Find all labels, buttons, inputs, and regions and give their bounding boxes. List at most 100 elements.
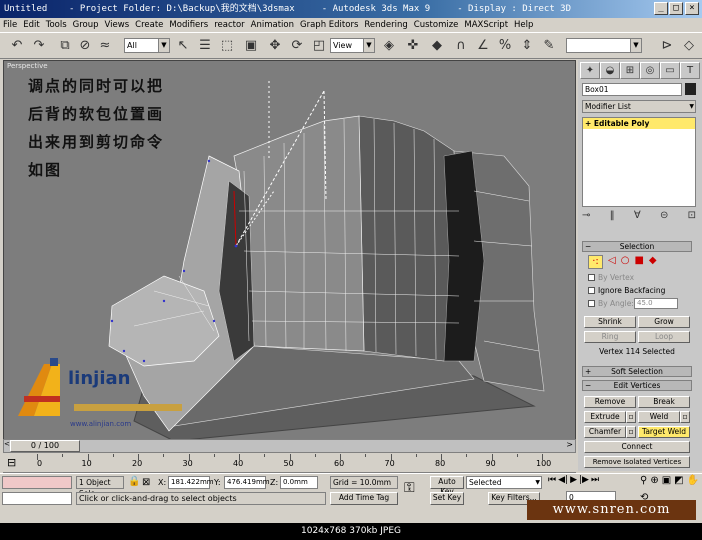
keyboard-shortcut-icon[interactable]: ◆ — [428, 37, 446, 55]
absolute-mode-icon[interactable]: ⊠ — [142, 477, 150, 488]
loop-button[interactable]: Loop — [638, 331, 690, 343]
key-icon[interactable]: ⚿ — [404, 480, 415, 496]
remove-button[interactable]: Remove — [584, 396, 636, 408]
shrink-button[interactable]: Shrink — [584, 316, 636, 328]
menu-animation[interactable]: Animation — [248, 18, 297, 32]
show-end-result-icon[interactable]: ‖ — [610, 210, 615, 224]
object-color-swatch[interactable] — [685, 83, 696, 95]
maximize-button[interactable]: □ — [669, 2, 683, 15]
expand-icon[interactable]: + — [585, 119, 591, 128]
align-icon[interactable]: ◇ — [680, 37, 698, 55]
bind-spacewarp-icon[interactable]: ≈ — [96, 37, 114, 55]
utilities-tab-icon[interactable]: T — [680, 62, 700, 79]
border-icon[interactable]: ○ — [621, 255, 630, 269]
angle-snap-icon[interactable]: ∠ — [474, 37, 492, 55]
named-selection-icon[interactable]: ✎ — [540, 37, 558, 55]
vertex-icon[interactable]: ·: — [588, 255, 603, 269]
add-time-tag-button[interactable]: Add Time Tag — [330, 492, 398, 505]
edit-vertices-rollout-header[interactable]: − Edit Vertices — [582, 380, 692, 391]
menu-help[interactable]: Help — [511, 18, 536, 32]
redo-icon[interactable]: ↷ — [30, 37, 48, 55]
mirror-icon[interactable]: ⊳ — [658, 37, 676, 55]
move-icon[interactable]: ✥ — [266, 37, 284, 55]
unlink-icon[interactable]: ⊘ — [76, 37, 94, 55]
soft-selection-rollout-header[interactable]: + Soft Selection — [582, 366, 692, 377]
rect-selection-icon[interactable]: ⬚ — [218, 37, 236, 55]
object-name-field[interactable]: Box01 — [582, 83, 682, 96]
ignore-backfacing-checkbox[interactable]: Ignore Backfacing — [588, 286, 665, 296]
perspective-viewport[interactable]: Perspective 调点的同时可以把 后背的软包位置画 出来用到剪切命令 如… — [3, 60, 576, 452]
edge-icon[interactable]: ◁ — [608, 255, 616, 269]
modify-tab-icon[interactable]: ◒ — [600, 62, 620, 79]
extrude-settings-icon[interactable]: ▫ — [626, 411, 636, 423]
select-link-icon[interactable]: ⧉ — [56, 37, 74, 55]
menu-reactor[interactable]: reactor — [211, 18, 247, 32]
menu-views[interactable]: Views — [102, 18, 133, 32]
by-vertex-checkbox[interactable]: By Vertex — [588, 273, 634, 283]
pan-icon[interactable]: ✋ — [687, 475, 699, 489]
menu-graph-editors[interactable]: Graph Editors — [297, 18, 361, 32]
menu-create[interactable]: Create — [132, 18, 166, 32]
zoom-all-icon[interactable]: ⊕ — [650, 475, 658, 489]
z-coord-field[interactable]: 0.0mm — [280, 476, 318, 489]
ring-button[interactable]: Ring — [584, 331, 636, 343]
menu-customize[interactable]: Customize — [411, 18, 462, 32]
time-slider-thumb[interactable]: 0 / 100 — [10, 440, 80, 452]
hierarchy-tab-icon[interactable]: ⊞ — [620, 62, 640, 79]
y-coord-field[interactable]: 476.419mm — [224, 476, 270, 489]
minimize-button[interactable]: _ — [654, 2, 668, 15]
angle-field[interactable]: 45.0 — [634, 298, 678, 309]
weld-settings-icon[interactable]: ▫ — [680, 411, 690, 423]
go-to-start-icon[interactable]: ⏮ — [548, 475, 556, 489]
display-tab-icon[interactable]: ▭ — [660, 62, 680, 79]
weld-button[interactable]: Weld — [638, 411, 680, 423]
set-key-button[interactable]: Set Key — [430, 492, 464, 505]
trackbar[interactable]: ⊟ 0 10 20 30 40 50 60 70 80 90 100 — [3, 454, 576, 473]
rotate-icon[interactable]: ⟳ — [288, 37, 306, 55]
go-to-end-icon[interactable]: ⏭ — [591, 475, 599, 489]
break-button[interactable]: Break — [638, 396, 690, 408]
menu-maxscript[interactable]: MAXScript — [461, 18, 511, 32]
snap-toggle-icon[interactable]: ∩ — [452, 37, 470, 55]
maxscript-listener[interactable] — [2, 476, 72, 489]
named-selection-sets-dropdown[interactable]: ▼ — [566, 38, 642, 53]
remove-modifier-icon[interactable]: ⊝ — [660, 210, 668, 224]
create-tab-icon[interactable]: ✦ — [580, 62, 600, 79]
previous-frame-icon[interactable]: ◀| — [558, 475, 568, 489]
make-unique-icon[interactable]: ∀ — [634, 210, 641, 224]
motion-tab-icon[interactable]: ◎ — [640, 62, 660, 79]
x-coord-field[interactable]: 181.422mm — [168, 476, 214, 489]
curve-editor-icon[interactable]: ⊟ — [7, 456, 16, 469]
modifier-list-dropdown[interactable]: Modifier List ▼ — [582, 100, 696, 113]
configure-sets-icon[interactable]: ⊡ — [688, 210, 696, 224]
selection-rollout-header[interactable]: − Selection — [582, 241, 692, 252]
prev-frame-icon[interactable]: < — [4, 440, 10, 452]
select-object-icon[interactable]: ↖ — [174, 37, 192, 55]
element-icon[interactable]: ◆ — [649, 255, 657, 269]
fov-icon[interactable]: ◩ — [674, 475, 683, 489]
menu-modifiers[interactable]: Modifiers — [166, 18, 211, 32]
connect-button[interactable]: Connect — [584, 441, 690, 453]
zoom-extents-icon[interactable]: ▣ — [662, 475, 671, 489]
stack-item-editable-poly[interactable]: + Editable Poly — [583, 118, 695, 129]
chamfer-button[interactable]: Chamfer — [584, 426, 626, 438]
scale-icon[interactable]: ◰ — [310, 37, 328, 55]
percent-snap-icon[interactable]: % — [496, 37, 514, 55]
maxscript-input[interactable] — [2, 492, 72, 505]
select-manipulate-icon[interactable]: ✜ — [404, 37, 422, 55]
target-weld-button[interactable]: Target Weld — [638, 426, 690, 438]
ref-coord-dropdown[interactable]: View ▼ — [330, 38, 375, 53]
pivot-center-icon[interactable]: ◈ — [380, 37, 398, 55]
lock-selection-icon[interactable]: 🔒 — [128, 476, 140, 487]
pin-stack-icon[interactable]: ⊸ — [582, 210, 590, 224]
selection-filter-dropdown[interactable]: All ▼ — [124, 38, 170, 53]
menu-rendering[interactable]: Rendering — [361, 18, 410, 32]
grow-button[interactable]: Grow — [638, 316, 690, 328]
undo-icon[interactable]: ↶ — [8, 37, 26, 55]
time-slider[interactable]: < 0 / 100 > — [3, 439, 576, 453]
menu-edit[interactable]: Edit — [20, 18, 42, 32]
polygon-icon[interactable]: ■ — [634, 255, 643, 269]
select-by-name-icon[interactable]: ☰ — [196, 37, 214, 55]
menu-file[interactable]: File — [0, 18, 20, 32]
auto-key-button[interactable]: Auto Key — [430, 476, 464, 496]
